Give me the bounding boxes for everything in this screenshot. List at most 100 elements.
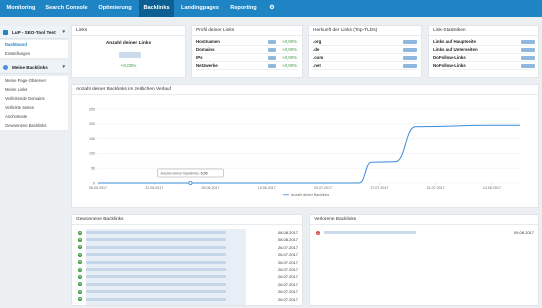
plus-circle-icon: +	[78, 289, 82, 294]
value-obscured	[403, 40, 417, 44]
stats-row-label: Links auf Hauptseite	[433, 39, 476, 44]
list-item-date: 09.08.2017	[513, 230, 534, 235]
stats-row: NoFollow-Links	[433, 62, 535, 70]
profile-row-change: +0,00%	[282, 47, 298, 52]
lost-backlinks-title: Verlorene Backlinks	[310, 215, 538, 225]
gear-icon[interactable]: ⚙	[265, 0, 279, 17]
value-obscured	[521, 48, 535, 52]
chevron-down-icon: ▾	[62, 29, 65, 35]
plus-circle-icon: +	[78, 274, 82, 279]
plus-circle-icon: +	[78, 267, 82, 272]
sidebar-item-verlinkte-seiten[interactable]: Verlinkte Seiten	[0, 103, 68, 112]
tld-row-label: .net	[313, 63, 321, 68]
list-item-date: 26.07.2017	[277, 289, 298, 295]
links-count-value-obscured	[119, 52, 141, 58]
profile-row-change: +0,00%	[282, 39, 298, 44]
sidebar-item-einstellungen[interactable]: Einstellungen	[0, 49, 68, 58]
value-obscured	[268, 48, 276, 52]
tld-row-label: .com	[313, 55, 324, 60]
value-obscured	[521, 56, 535, 60]
links-count-label: Anzahl deiner Links	[105, 41, 152, 46]
list-item-date: 08.08.2017	[277, 230, 298, 235]
value-obscured	[403, 64, 417, 68]
nav-optimierung[interactable]: Optimierung	[96, 0, 134, 17]
links-change: +0,00%	[120, 63, 137, 68]
tld-panel: Herkunft der Links (Top-TLDs) .org .de .…	[308, 25, 422, 78]
minus-circle-icon: –	[316, 230, 320, 235]
stats-row: Links auf Unterseiten	[433, 46, 535, 54]
won-backlinks-panel: Gewonnene Backlinks +08.08.2017 +08.08.20…	[71, 214, 303, 306]
plus-circle-icon: +	[78, 282, 82, 287]
list-item-date: 26.07.2017	[277, 296, 298, 302]
value-obscured	[268, 56, 276, 60]
x-tick-label: 05.06.2017	[202, 186, 220, 190]
list-item-date: 26.07.2017	[277, 267, 298, 272]
nav-landingpages[interactable]: Landingpages	[179, 0, 221, 17]
y-tick-label: 150	[89, 137, 95, 141]
url-obscured	[324, 231, 416, 234]
x-tick-label: 08.05.2017	[89, 186, 107, 190]
profile-row-label: Netzwerke	[196, 63, 218, 68]
sidebar-section-label: Meine Backlinks	[12, 65, 48, 70]
profile-row-label: IPs	[196, 55, 203, 60]
sidebar-item-gewonnene-backlinks[interactable]: Gewonnene Backlinks	[0, 121, 68, 130]
value-obscured	[521, 64, 535, 68]
sidebar-project[interactable]: LuP - SEO-Tool Test ▾	[0, 26, 68, 39]
profile-row-label: Hostnamen	[196, 39, 220, 44]
tooltip-value: 0,00	[201, 171, 208, 175]
links-panel-title: Links	[72, 26, 185, 36]
list-item[interactable]: – 09.08.2017	[314, 229, 534, 236]
value-obscured	[403, 56, 417, 60]
tld-row: .net	[313, 62, 417, 70]
sidebar: LuP - SEO-Tool Test ▾ Dashboard Einstell…	[0, 20, 68, 140]
y-tick-label: 0	[93, 181, 95, 185]
stats-row: Links auf Hauptseite	[433, 38, 535, 46]
stats-row: DoFollow-Links	[433, 54, 535, 62]
profile-row: Hostnamen +0,00%	[196, 38, 298, 46]
nav-monitoring[interactable]: Monitoring	[4, 0, 38, 17]
nav-backlinks[interactable]: Backlinks	[139, 0, 174, 17]
stats-row-label: Links auf Unterseiten	[433, 47, 478, 52]
legend-label: Anzahl deiner Backlinks	[291, 193, 329, 197]
x-tick-label: 14.08.2017	[483, 186, 501, 190]
sidebar-item-anchortexte[interactable]: Anchortexte	[0, 112, 68, 121]
sidebar-item-meine-links[interactable]: Meine Links	[0, 85, 68, 94]
x-tick-label: 22.05.2017	[145, 186, 163, 190]
tld-row-label: .org	[313, 39, 322, 44]
stats-panel: Link-Statistiken Links auf Hauptseite Li…	[428, 25, 539, 78]
x-tick-label: 03.07.2017	[314, 186, 332, 190]
sidebar-section-backlinks[interactable]: Meine Backlinks ▾	[0, 61, 68, 74]
plus-circle-icon: +	[78, 252, 82, 257]
nav-search-console[interactable]: Search Console	[43, 0, 90, 17]
tld-panel-title: Herkunft der Links (Top-TLDs)	[309, 26, 421, 36]
nav-reporting[interactable]: Reporting	[227, 0, 260, 17]
chart-panel: Anzahl deiner Backlinks im zeitlichen Ve…	[71, 84, 539, 208]
tooltip-text: Anzahl deiner Backlinks: 0,00	[160, 171, 207, 175]
stats-panel-title: Link-Statistiken	[429, 26, 538, 36]
y-tick-label: 50	[91, 167, 95, 171]
grid-icon	[3, 30, 8, 35]
backlinks-line-chart: 0 50 100 150 200 250 08.05.2017 22.05.2017 05.06…	[89, 107, 520, 197]
profile-row: IPs +0,00%	[196, 54, 298, 62]
x-tick-label: 17.07.2017	[370, 186, 388, 190]
list-item-date: 26.07.2017	[277, 281, 298, 287]
plus-circle-icon: +	[78, 245, 82, 250]
x-tick-label: 19.06.2017	[258, 186, 276, 190]
plus-circle-icon: +	[78, 230, 82, 235]
list-item-date: 26.07.2017	[277, 274, 298, 280]
value-obscured	[521, 40, 535, 44]
y-tick-label: 100	[89, 152, 95, 156]
value-obscured	[268, 64, 276, 68]
list-item-date: 26.07.2017	[277, 252, 298, 258]
sidebar-item-dashboard[interactable]: Dashboard	[0, 40, 68, 49]
won-backlinks-title: Gewonnene Backlinks	[72, 215, 302, 225]
profile-row-label: Domains	[196, 47, 215, 52]
list-item-date: 26.07.2017	[277, 244, 298, 250]
sidebar-item-verlinkende-domains[interactable]: Verlinkende Domains	[0, 94, 68, 103]
profile-row-change: +0,00%	[282, 55, 298, 60]
sidebar-project-label: LuP - SEO-Tool Test	[12, 30, 56, 35]
stats-row-label: NoFollow-Links	[433, 63, 466, 68]
list-item-date: 26.07.2017	[277, 259, 298, 265]
top-navigation: Monitoring Search Console Optimierung Ba…	[0, 0, 542, 17]
sidebar-item-page-observer[interactable]: Meine Page-Observer	[0, 76, 68, 85]
